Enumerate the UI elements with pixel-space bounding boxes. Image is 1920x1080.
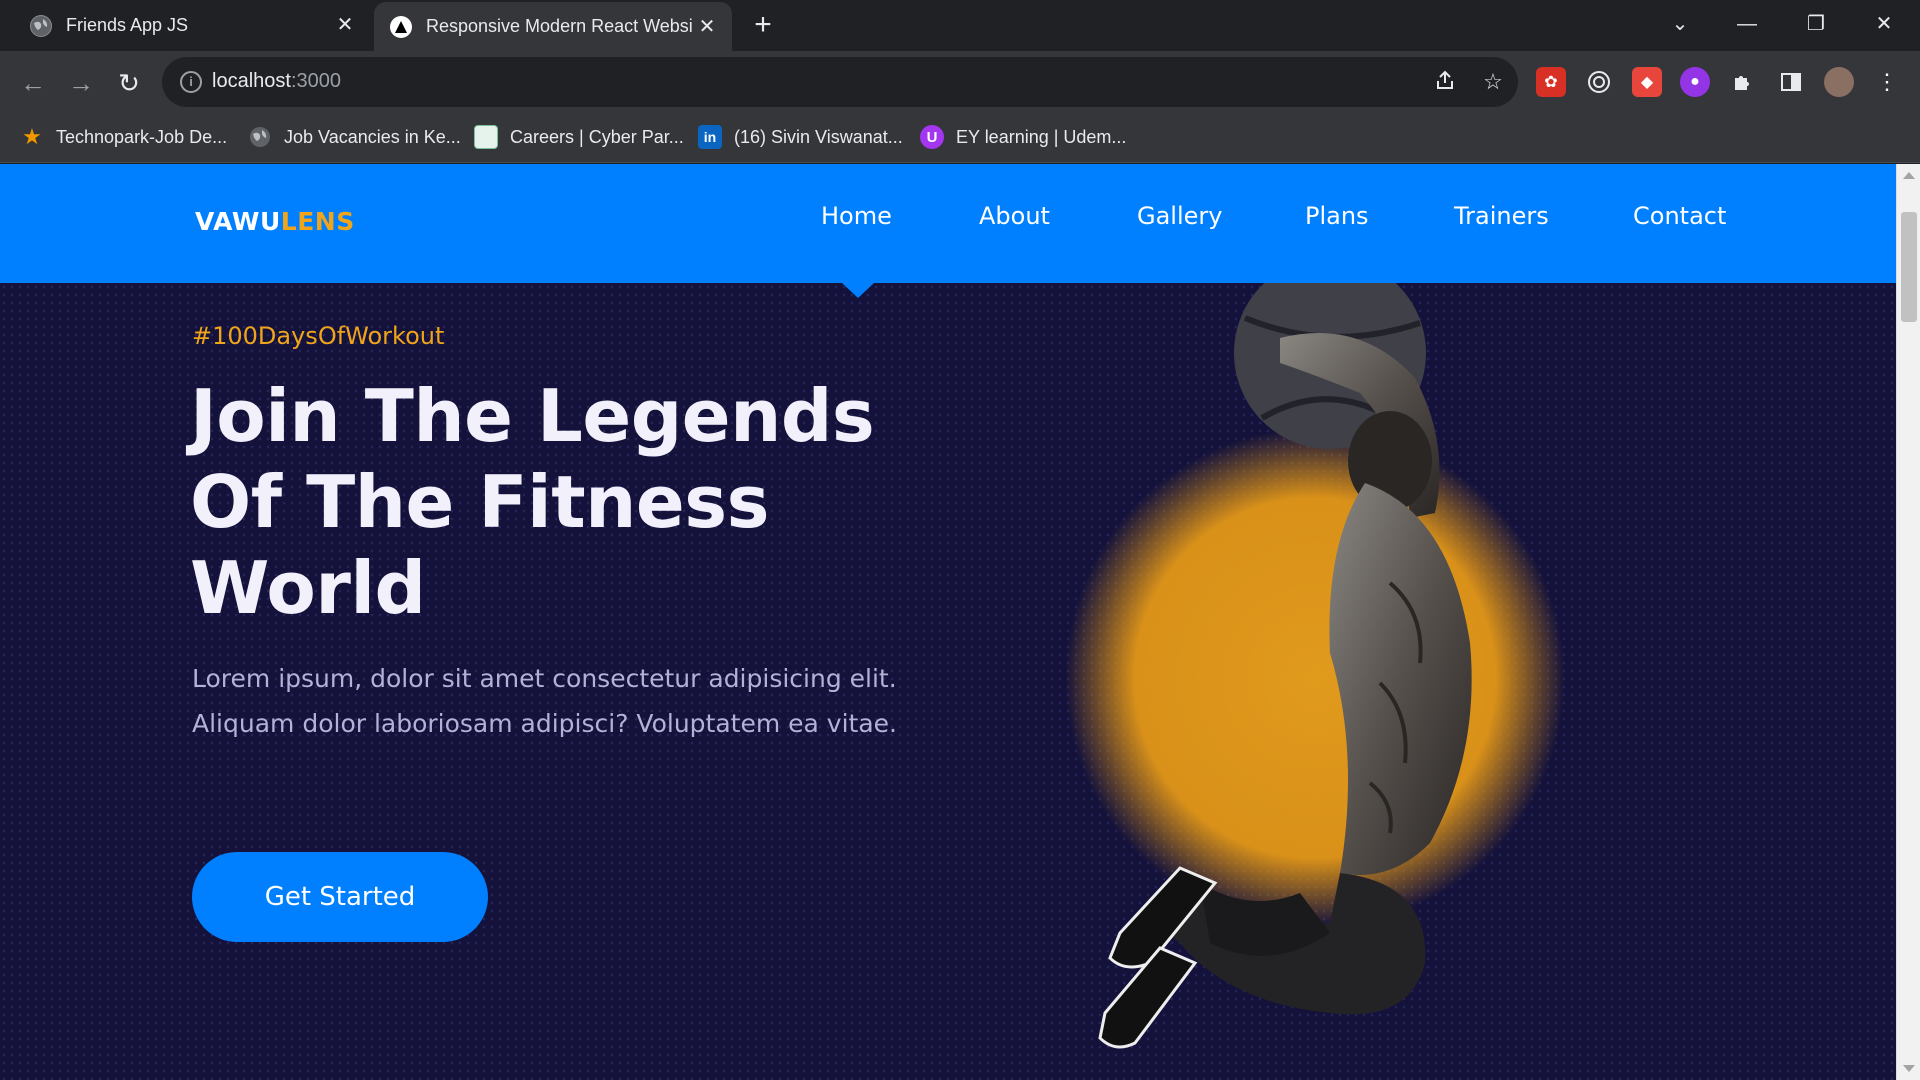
extension-target-icon[interactable]	[1584, 67, 1614, 97]
nav-link-trainers[interactable]: Trainers	[1454, 202, 1549, 230]
hero-image	[1030, 257, 1790, 1080]
hero-headline: Join The Legends Of The Fitness World	[190, 374, 875, 630]
close-tab-icon[interactable]: ✕	[334, 14, 356, 36]
hero-section: #100DaysOfWorkout Join The Legends Of Th…	[0, 257, 1896, 1080]
close-window-button[interactable]: ✕	[1864, 6, 1904, 42]
bookmark-star-icon[interactable]: ☆	[1480, 69, 1506, 95]
linkedin-icon: in	[698, 125, 722, 149]
address-bar[interactable]: i localhost:3000 ☆	[162, 57, 1518, 107]
nav-link-about[interactable]: About	[979, 202, 1050, 230]
share-icon[interactable]	[1432, 69, 1458, 95]
extension-fox-icon[interactable]: ◆	[1632, 67, 1662, 97]
bookmark-item[interactable]: Job Vacancies in Ke...	[248, 125, 461, 149]
nav-link-contact[interactable]: Contact	[1633, 202, 1726, 230]
forward-button[interactable]: →	[64, 66, 98, 100]
scroll-up-icon[interactable]	[1903, 172, 1915, 179]
star-icon: ★	[22, 124, 42, 149]
tab-friends-app[interactable]: Friends App JS ✕	[0, 0, 370, 51]
tab-search-icon[interactable]: ⌄	[1660, 6, 1700, 42]
udemy-icon: U	[920, 125, 944, 149]
restore-button[interactable]: ❐	[1796, 6, 1836, 42]
active-nav-indicator	[842, 283, 874, 298]
bookmark-item[interactable]: ★ Technopark-Job De...	[20, 124, 227, 149]
tab-strip: Friends App JS ✕ Responsive Modern React…	[0, 0, 1920, 51]
tab-title: Responsive Modern React Websi	[426, 16, 693, 36]
triangle-logo-icon	[390, 15, 412, 38]
bookmark-item[interactable]: U EY learning | Udem...	[920, 125, 1126, 149]
new-tab-button[interactable]: +	[748, 10, 778, 40]
extensions-puzzle-icon[interactable]	[1728, 67, 1758, 97]
back-button[interactable]: ←	[16, 66, 50, 100]
browser-toolbar: ← → ↻ i localhost:3000 ☆ ✿ ◆ ● ⋮	[0, 51, 1920, 113]
menu-kebab-icon[interactable]: ⋮	[1872, 67, 1902, 97]
hero-tagline: #100DaysOfWorkout	[192, 322, 445, 350]
globe-icon	[248, 125, 272, 149]
site-navbar: VAWULENS Home About Gallery Plans Traine…	[0, 164, 1896, 283]
athlete-illustration	[1065, 257, 1565, 1049]
nav-link-gallery[interactable]: Gallery	[1137, 202, 1222, 230]
page-scrollbar[interactable]	[1896, 164, 1920, 1080]
site-info-icon[interactable]: i	[180, 71, 202, 93]
bookmark-item[interactable]: in (16) Sivin Viswanat...	[698, 125, 903, 149]
bookmarks-bar: ★ Technopark-Job De... Job Vacancies in …	[0, 113, 1920, 163]
side-panel-icon[interactable]	[1776, 67, 1806, 97]
cyberpark-icon	[474, 125, 498, 149]
scrollbar-thumb[interactable]	[1901, 212, 1917, 322]
nav-link-home[interactable]: Home	[821, 202, 892, 230]
scroll-down-icon[interactable]	[1903, 1065, 1915, 1072]
page-viewport: VAWULENS Home About Gallery Plans Traine…	[0, 164, 1896, 1080]
site-logo[interactable]: VAWULENS	[195, 207, 355, 236]
url-text[interactable]: localhost:3000	[212, 70, 341, 93]
profile-avatar-icon[interactable]	[1824, 67, 1854, 97]
get-started-button[interactable]: Get Started	[192, 852, 488, 942]
extension-purple-icon[interactable]: ●	[1680, 67, 1710, 97]
globe-icon	[30, 14, 52, 37]
close-tab-icon[interactable]: ✕	[696, 16, 718, 38]
minimize-button[interactable]: —	[1727, 6, 1767, 42]
reload-button[interactable]: ↻	[112, 66, 146, 100]
tab-title: Friends App JS	[66, 15, 189, 35]
extension-red-icon[interactable]: ✿	[1536, 67, 1566, 97]
bookmark-item[interactable]: Careers | Cyber Par...	[474, 125, 684, 149]
hero-description: Lorem ipsum, dolor sit amet consectetur …	[192, 664, 897, 738]
nav-link-plans[interactable]: Plans	[1305, 202, 1369, 230]
tab-react-website[interactable]: Responsive Modern React Websi ✕	[374, 2, 732, 51]
